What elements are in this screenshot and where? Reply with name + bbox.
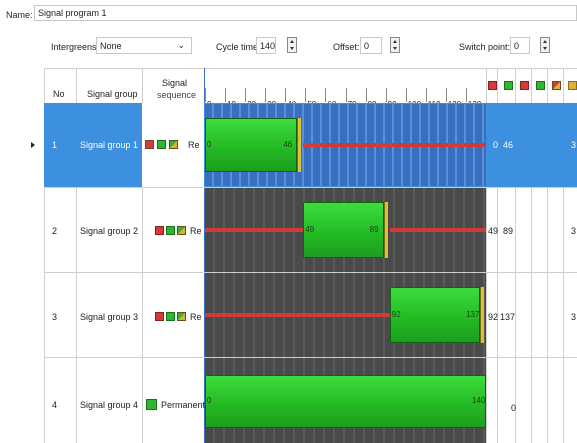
green-end-label: 140 [472,395,486,405]
green-start-label: 92 [391,310,401,319]
green-signal-icon [166,312,175,321]
ruler-tick-line [425,88,427,102]
intergreens-label: Intergreens: [51,42,100,52]
column-header-signal-sequence-line1[interactable]: Signal [162,78,187,88]
green-end-value: 137 [500,312,516,322]
signal-sequence-label: Re [190,312,202,322]
green-start-value: 0 [493,140,499,150]
red-amber-icon [552,81,561,90]
intergreens-value: None [100,41,122,51]
ruler-tick-line [265,88,267,102]
amber-phase-bar [297,118,302,172]
green-start-label: 0 [207,140,212,149]
row-number: 2 [52,226,58,236]
switch-point-input[interactable]: 0 [510,37,530,54]
ruler-tick-line [245,88,247,102]
name-field[interactable]: Signal program 1 [34,5,577,21]
green-end-label: 46 [283,140,293,149]
red-end-icon [520,81,529,90]
signal-group-name: Signal group 2 [80,226,139,236]
signal-sequence-label: Permanent [161,400,206,410]
chevron-down-icon: ⌄ [177,40,185,50]
red-phase-bar [303,143,486,147]
ruler-tick-line [205,88,206,102]
red-signal-icon [155,312,164,321]
column-header-no[interactable]: No [53,89,65,99]
red-phase-bar [205,228,304,232]
green-start-value: 49 [488,226,499,236]
red-signal-icon [488,81,497,90]
green-signal-icon [146,399,157,410]
ruler-tick-line [225,88,227,102]
cycle-time-input[interactable]: 140 [256,37,276,54]
green-start-icon [504,81,513,90]
red-amber-icon [145,140,154,149]
name-label: Name: [6,10,33,20]
cycle-time-stepper[interactable] [287,37,297,53]
row-number: 1 [52,140,58,150]
offset-stepper[interactable] [390,37,400,53]
ruler-tick-line [325,88,327,102]
amber-icon [568,81,577,90]
red-phase-bar [205,313,390,317]
green-end-value: 0 [511,403,517,413]
green-signal-icon [157,140,166,149]
ruler-tick-line [345,88,347,102]
amber-icon [177,312,186,321]
extra-value: 3 [571,226,577,236]
column-header-signal-sequence-line2[interactable]: sequence [157,90,196,100]
green-signal-icon [536,81,545,90]
ruler-tick-line [285,88,287,102]
ruler-tick-line [465,88,467,102]
offset-label: Offset: [333,42,360,52]
green-start-label: 49 [305,225,315,234]
signal-sequence-label: Re [188,140,200,150]
green-signal-icon [166,226,175,235]
row-number: 4 [52,400,58,410]
column-header-signal-group[interactable]: Signal group [87,89,138,99]
cycle-time-label: Cycle time: [216,42,261,52]
signal-group-name: Signal group 1 [80,140,139,150]
signal-sequence-label: Re [190,226,202,236]
green-end-label: 137 [465,310,480,319]
ruler-tick-line [305,88,307,102]
ruler-tick-line [385,88,387,102]
green-end-value: 46 [503,140,514,150]
ruler-tick-line [365,88,367,102]
green-end-label: 89 [369,225,379,234]
ruler-tick-line [445,88,447,102]
extra-value: 3 [571,312,577,322]
amber-icon [177,226,186,235]
amber-phase-bar [479,287,484,343]
switch-point-stepper[interactable] [540,37,550,53]
green-start-label: 0 [207,395,212,405]
green-end-value: 89 [503,226,514,236]
switch-point-label: Switch point: [459,42,511,52]
ruler-tick-line [405,88,407,102]
green-start-value: 92 [488,312,499,322]
green-phase-bar[interactable] [205,375,486,428]
offset-input[interactable]: 0 [360,37,382,54]
red-signal-icon [155,226,164,235]
signal-group-name: Signal group 4 [80,400,139,410]
intergreens-select[interactable]: None ⌄ [96,37,192,54]
amber-phase-bar [383,202,388,258]
red-phase-bar [389,228,486,232]
red-amber-icon [169,140,178,149]
row-number: 3 [52,312,58,322]
signal-group-name: Signal group 3 [80,312,139,322]
extra-value: 3 [571,140,577,150]
row-selector-arrow-icon [31,142,35,148]
